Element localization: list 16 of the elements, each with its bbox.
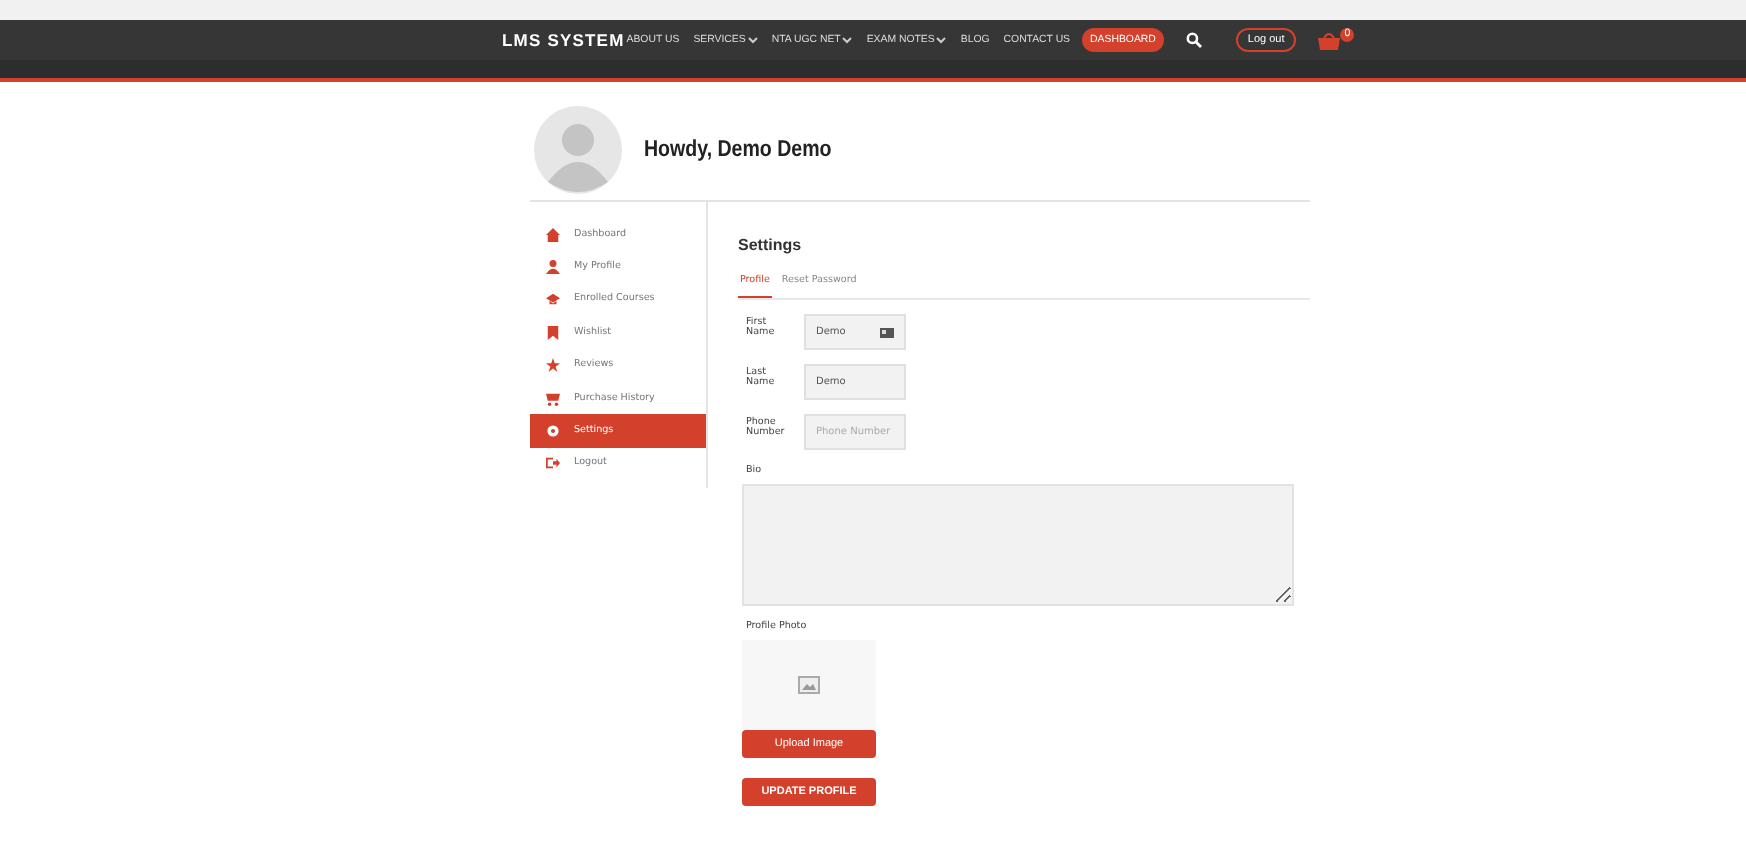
user-icon [546, 260, 560, 275]
home-icon [546, 227, 560, 242]
greeting-heading: Howdy, Demo Demo [644, 138, 832, 162]
bio-textarea-field[interactable] [742, 484, 1294, 606]
gear-icon [546, 424, 560, 439]
avatar-silhouette-icon [534, 106, 622, 194]
cart-icon [546, 391, 560, 406]
cap-icon [546, 292, 560, 307]
bookmark-icon [546, 325, 560, 340]
settings-heading: Settings [738, 236, 804, 254]
search-icon[interactable] [1185, 32, 1202, 48]
exit-icon [546, 456, 560, 471]
image-icon [798, 676, 820, 694]
site-logo-text[interactable]: LMS SYSTEM [502, 30, 625, 50]
cart-icon[interactable] [1318, 31, 1341, 49]
star-icon [546, 358, 560, 373]
